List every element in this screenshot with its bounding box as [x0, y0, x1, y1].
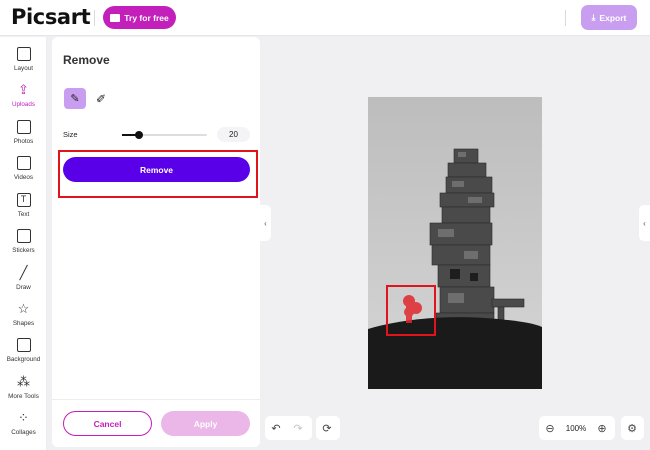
rail-item-more-tools[interactable]: ⁂ More Tools — [0, 372, 47, 408]
upload-icon: ⇪ — [18, 82, 29, 97]
top-header: Picsart Try for free ⤓ Export — [0, 0, 650, 36]
rail-label: Videos — [13, 174, 34, 181]
size-value-field[interactable]: 20 — [217, 127, 250, 142]
photos-icon — [16, 120, 31, 134]
rail-label: Shapes — [12, 320, 35, 327]
chevron-left-icon: ‹ — [264, 218, 267, 228]
removal-selection-box — [386, 285, 436, 336]
brush-tool-button[interactable]: ✎ — [64, 88, 86, 109]
rail-label: Draw — [16, 284, 31, 291]
history-controls: ↶ ↷ — [265, 416, 312, 440]
panel-title: Remove — [63, 53, 110, 67]
zoom-out-icon: ⊖ — [545, 422, 555, 435]
zoom-controls: ⊖ 100% ⊕ — [539, 416, 615, 440]
expand-right-panel-button[interactable]: ‹ — [639, 205, 650, 241]
apply-button[interactable]: Apply — [161, 411, 250, 436]
left-tool-rail: Layout ⇪ Uploads Photos Videos T Text St… — [0, 37, 47, 450]
cancel-button[interactable]: Cancel — [63, 411, 152, 436]
rail-label: Uploads — [11, 101, 36, 108]
rail-label: Layout — [14, 65, 33, 72]
text-icon: T — [16, 193, 31, 207]
rail-label: More Tools — [8, 393, 39, 400]
redo-button[interactable]: ↷ — [287, 416, 309, 440]
rail-label: Collages — [11, 429, 36, 436]
eraser-tool-button[interactable]: ✐ — [90, 88, 112, 109]
rail-label: Photos — [13, 138, 34, 145]
remove-button[interactable]: Remove — [63, 157, 250, 182]
rail-item-text[interactable]: T Text — [0, 190, 47, 226]
rail-label: Text — [17, 211, 30, 218]
zoom-level: 100% — [565, 423, 587, 433]
refresh-button[interactable]: ⟳ — [316, 416, 338, 440]
remove-panel: Remove ✎ ✐ Size 20 Remove Cancel Apply — [52, 37, 260, 447]
crown-icon — [110, 13, 121, 22]
layout-icon — [16, 47, 31, 61]
settings-control: ⚙ — [621, 416, 644, 440]
stone-tower-photo — [368, 97, 542, 389]
sticker-icon — [16, 229, 31, 243]
rail-item-videos[interactable]: Videos — [0, 153, 47, 189]
rail-item-collages[interactable]: ⁘ Collages — [0, 408, 47, 444]
rail-item-layout[interactable]: Layout — [0, 44, 47, 80]
header-divider — [94, 10, 95, 26]
videos-icon — [16, 156, 31, 170]
collages-icon: ⁘ — [18, 410, 29, 425]
rail-item-stickers[interactable]: Stickers — [0, 226, 47, 262]
picsart-logo[interactable]: Picsart — [11, 5, 91, 29]
rail-label: Background — [6, 356, 41, 363]
panel-footer-divider — [52, 399, 260, 400]
more-tools-icon: ⁂ — [17, 374, 30, 389]
undo-icon: ↶ — [271, 422, 281, 435]
redo-icon: ↷ — [293, 422, 303, 435]
brush-icon: ╱ — [19, 265, 28, 280]
settings-button[interactable]: ⚙ — [621, 416, 643, 440]
chevron-left-icon: ‹ — [643, 218, 646, 228]
export-label: Export — [599, 12, 627, 23]
refresh-icon: ⟳ — [322, 422, 332, 435]
brush-icon: ✎ — [70, 93, 80, 105]
rail-item-background[interactable]: Background — [0, 335, 47, 371]
zoom-in-button[interactable]: ⊕ — [591, 416, 613, 440]
export-button[interactable]: ⤓ Export — [581, 5, 637, 30]
zoom-out-button[interactable]: ⊖ — [539, 416, 561, 440]
try-for-free-button[interactable]: Try for free — [103, 6, 176, 29]
background-icon — [16, 338, 31, 352]
rail-label: Stickers — [12, 247, 35, 254]
rail-item-photos[interactable]: Photos — [0, 117, 47, 153]
try-for-free-label: Try for free — [124, 12, 169, 23]
eraser-icon: ✐ — [95, 91, 107, 106]
rail-item-shapes[interactable]: ☆ Shapes — [0, 299, 47, 335]
rail-item-draw[interactable]: ╱ Draw — [0, 263, 47, 299]
star-icon: ☆ — [17, 301, 30, 316]
rail-item-uploads[interactable]: ⇪ Uploads — [0, 80, 47, 116]
reset-control: ⟳ — [316, 416, 340, 440]
undo-button[interactable]: ↶ — [265, 416, 287, 440]
size-slider[interactable] — [122, 131, 207, 139]
header-divider-right — [565, 10, 566, 26]
size-label: Size — [63, 130, 78, 139]
download-icon: ⤓ — [591, 12, 596, 22]
canvas-image[interactable] — [368, 97, 542, 389]
collapse-panel-button[interactable]: ‹ — [260, 205, 271, 241]
size-slider-thumb[interactable] — [135, 131, 143, 139]
gear-icon: ⚙ — [627, 422, 637, 435]
zoom-in-icon: ⊕ — [597, 422, 607, 435]
